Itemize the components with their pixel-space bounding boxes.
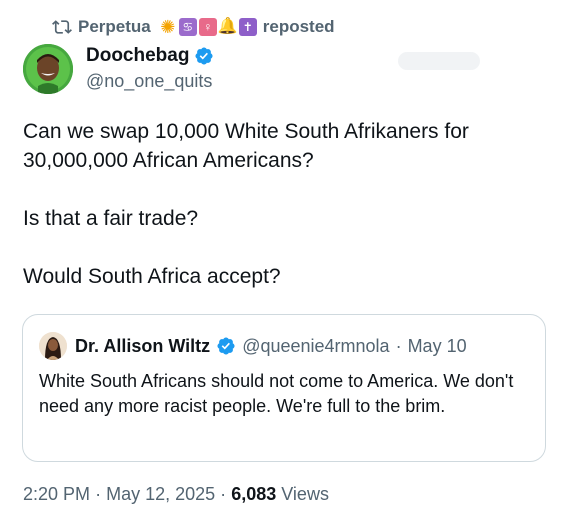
tweet-paragraph: Can we swap 10,000 White South Afrikaner… bbox=[23, 120, 469, 172]
repost-user-emojis: ✺ ♋ ♀ 🔔 ✝ bbox=[159, 18, 257, 36]
author-info: Doochebag @no_one_quits bbox=[86, 45, 214, 92]
tweet-paragraph: Is that a fair trade? bbox=[23, 207, 199, 230]
quoted-tweet-text: White South Africans should not come to … bbox=[39, 371, 514, 416]
quoted-author-handle[interactable]: @queenie4rmnola bbox=[242, 336, 389, 357]
meta-separator: · bbox=[220, 484, 227, 504]
blurred-follow-button[interactable] bbox=[398, 52, 480, 70]
quoted-tweet-header: Dr. Allison Wiltz @queenie4rmnola · May … bbox=[39, 332, 467, 360]
latin-cross-emoji-icon: ✝ bbox=[238, 18, 257, 36]
quoted-separator: · bbox=[395, 335, 402, 356]
tweet-paragraph: Would South Africa accept? bbox=[23, 265, 281, 288]
quoted-date[interactable]: May 10 bbox=[408, 336, 467, 357]
author-display-name[interactable]: Doochebag bbox=[86, 45, 189, 67]
cancer-zodiac-emoji-icon: ♋ bbox=[178, 18, 197, 36]
tweet-time[interactable]: 2:20 PM bbox=[23, 484, 90, 504]
sun-emoji-icon: ✺ bbox=[160, 17, 176, 37]
verified-badge-icon bbox=[194, 46, 214, 66]
repost-label: reposted bbox=[262, 17, 335, 36]
author-avatar[interactable] bbox=[23, 44, 73, 94]
repost-icon bbox=[52, 17, 72, 37]
author-handle[interactable]: @no_one_quits bbox=[86, 71, 214, 92]
views-count: 6,083 bbox=[231, 484, 277, 504]
tweet: Perpetua ✺ ♋ ♀ 🔔 ✝ reposted Doochebag @n… bbox=[0, 0, 568, 527]
bell-emoji-icon: 🔔 bbox=[217, 18, 238, 35]
quoted-verified-badge-icon bbox=[216, 336, 236, 356]
quoted-tweet-card[interactable]: Dr. Allison Wiltz @queenie4rmnola · May … bbox=[22, 314, 546, 462]
quoted-author-display-name[interactable]: Dr. Allison Wiltz bbox=[75, 336, 210, 357]
views-label: Views bbox=[281, 484, 329, 504]
meta-separator: · bbox=[95, 484, 102, 504]
child-emoji-icon: ♀ bbox=[198, 18, 217, 36]
tweet-meta: 2:20 PM · May 12, 2025 · 6,083 Views bbox=[23, 484, 329, 505]
tweet-text: Can we swap 10,000 White South Afrikaner… bbox=[23, 117, 553, 291]
quoted-author-avatar[interactable] bbox=[39, 332, 67, 360]
tweet-date[interactable]: May 12, 2025 bbox=[106, 484, 215, 504]
repost-header: Perpetua ✺ ♋ ♀ 🔔 ✝ reposted bbox=[52, 17, 335, 37]
repost-user[interactable]: Perpetua bbox=[78, 17, 151, 37]
